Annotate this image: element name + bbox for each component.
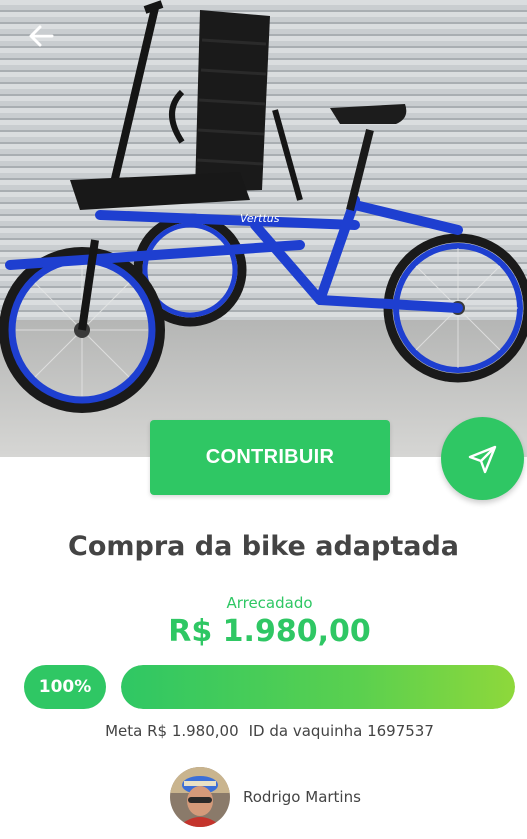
progress-percent-badge: 100% xyxy=(24,665,106,709)
progress-bar-fill xyxy=(121,665,515,709)
svg-text:Verttus: Verttus xyxy=(240,212,280,225)
campaign-id: ID da vaquinha 1697537 xyxy=(248,722,434,740)
campaign-owner[interactable]: Rodrigo Martins xyxy=(170,767,361,827)
share-button[interactable] xyxy=(441,417,524,500)
send-icon xyxy=(468,445,496,473)
back-button[interactable] xyxy=(24,18,60,54)
avatar xyxy=(170,767,230,827)
campaign-meta: Meta R$ 1.980,00 ID da vaquinha 1697537 xyxy=(0,722,527,740)
raised-amount: R$ 1.980,00 xyxy=(168,614,371,649)
arrow-left-icon xyxy=(29,25,54,47)
campaign-image: Verttus xyxy=(0,0,527,457)
contribute-button[interactable]: CONTRIBUIR xyxy=(150,420,390,495)
goal-text: Meta R$ 1.980,00 xyxy=(105,722,239,740)
raised-label: Arrecadado xyxy=(226,594,313,612)
owner-name: Rodrigo Martins xyxy=(243,788,361,806)
progress-bar xyxy=(121,665,515,709)
campaign-title: Compra da bike adaptada xyxy=(68,531,459,562)
